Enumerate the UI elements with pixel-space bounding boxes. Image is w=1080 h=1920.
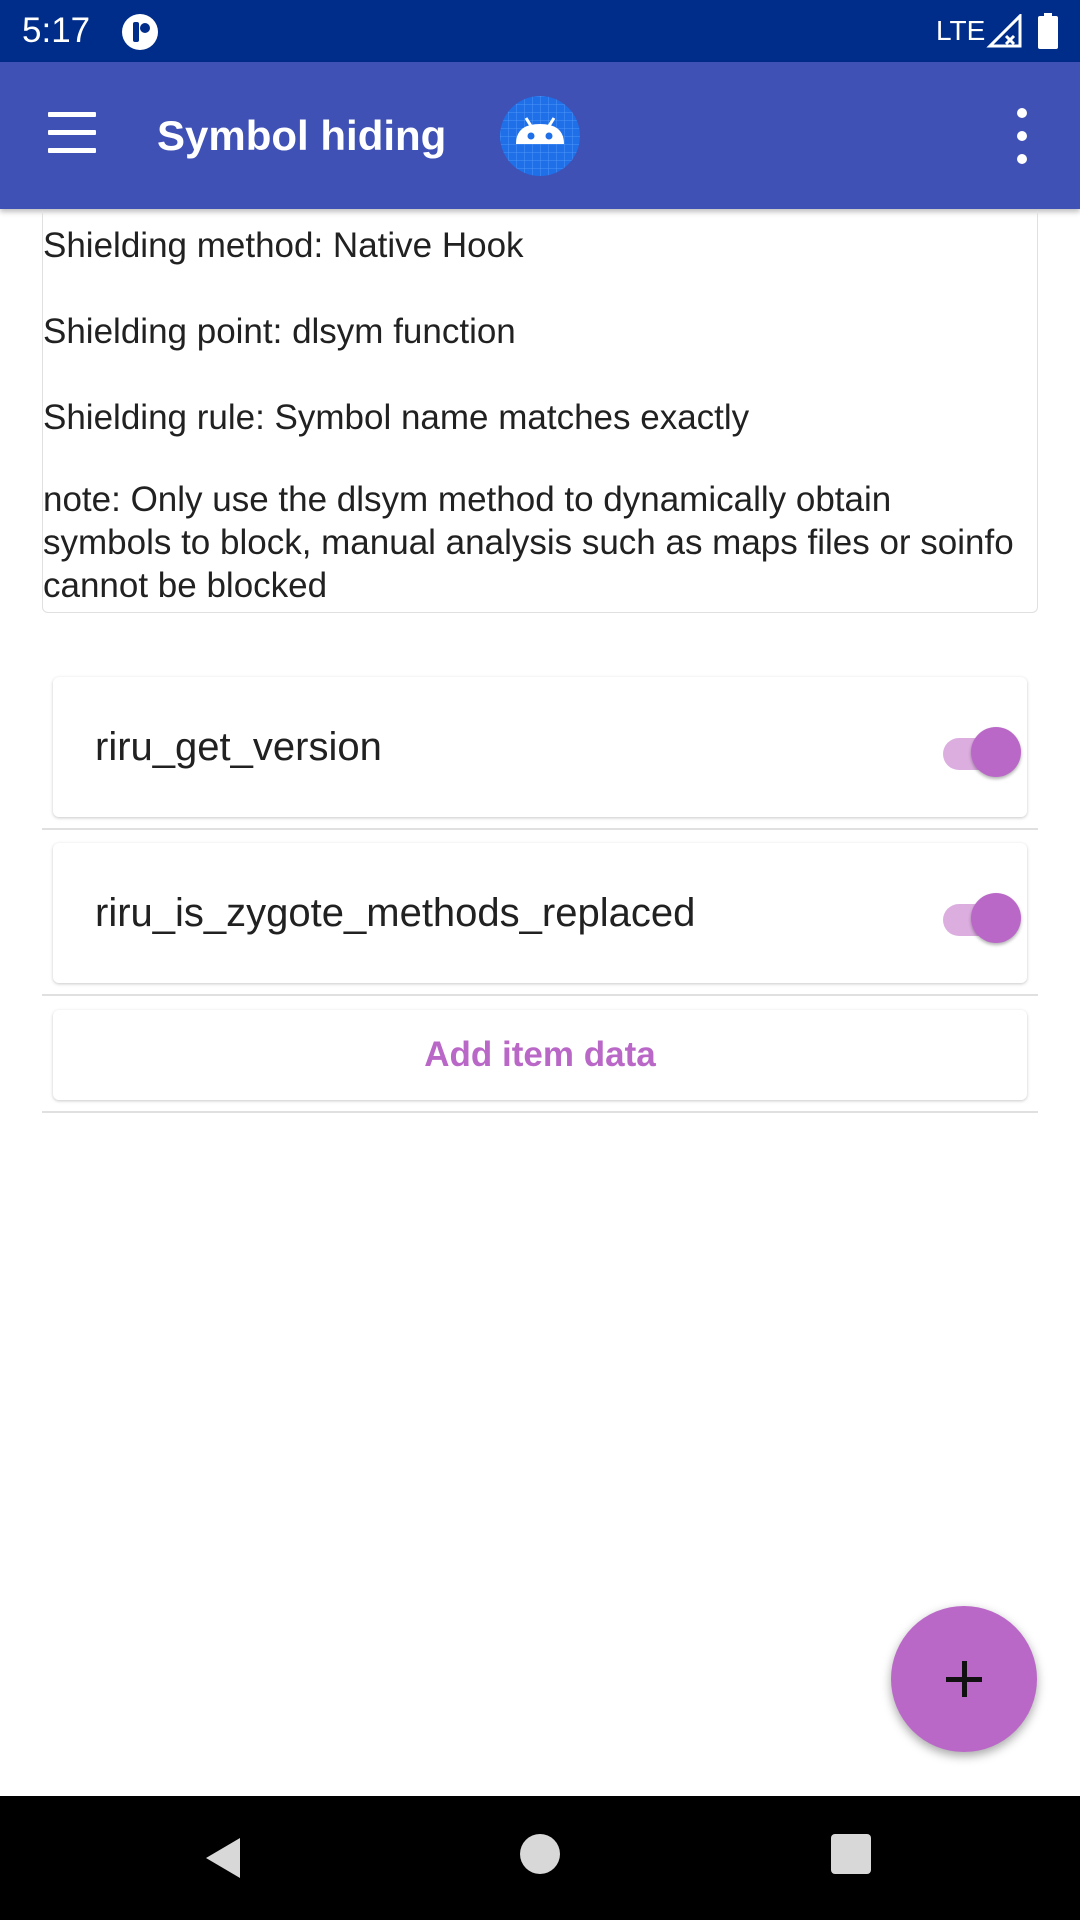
plus-icon-vertical [962, 1661, 967, 1697]
shielding-point-text: Shielding point: dlsym function [43, 312, 516, 351]
divider [42, 994, 1038, 996]
status-time: 5:17 [22, 11, 91, 50]
list-item[interactable]: riru_is_zygote_methods_replaced [53, 843, 1027, 983]
app-notification-icon [122, 14, 158, 50]
page-title: Symbol hiding [157, 112, 447, 159]
menu-icon[interactable] [44, 110, 100, 158]
add-item-button[interactable]: Add item data [53, 1010, 1027, 1100]
shielding-rule-text: Shielding rule: Symbol name matches exac… [43, 398, 750, 437]
item-toggle[interactable] [933, 721, 1023, 777]
toggle-thumb [971, 727, 1021, 777]
overflow-menu-icon[interactable] [1010, 108, 1034, 164]
item-toggle[interactable] [933, 887, 1023, 943]
info-box: Shielding method: Native Hook Shielding … [42, 211, 1038, 613]
android-logo-icon [500, 96, 580, 176]
back-icon[interactable] [200, 1834, 248, 1882]
divider [42, 828, 1038, 830]
add-fab-button[interactable] [891, 1606, 1037, 1752]
item-label: riru_get_version [95, 725, 382, 769]
battery-icon [1038, 13, 1058, 49]
home-icon[interactable] [520, 1834, 560, 1874]
navigation-bar [0, 1796, 1080, 1920]
status-bar: 5:17 LTE [0, 0, 1080, 62]
item-label: riru_is_zygote_methods_replaced [95, 891, 696, 935]
add-item-label: Add item data [424, 1035, 656, 1074]
list-item[interactable]: riru_get_version [53, 677, 1027, 817]
recents-icon[interactable] [831, 1834, 871, 1874]
note-text: note: Only use the dlsym method to dynam… [43, 480, 1014, 605]
divider [42, 1111, 1038, 1113]
shielding-method-text: Shielding method: Native Hook [43, 226, 524, 265]
app-bar: Symbol hiding [0, 62, 1080, 209]
toggle-thumb [971, 893, 1021, 943]
signal-icon [986, 14, 1022, 48]
network-type-label: LTE [936, 15, 986, 46]
